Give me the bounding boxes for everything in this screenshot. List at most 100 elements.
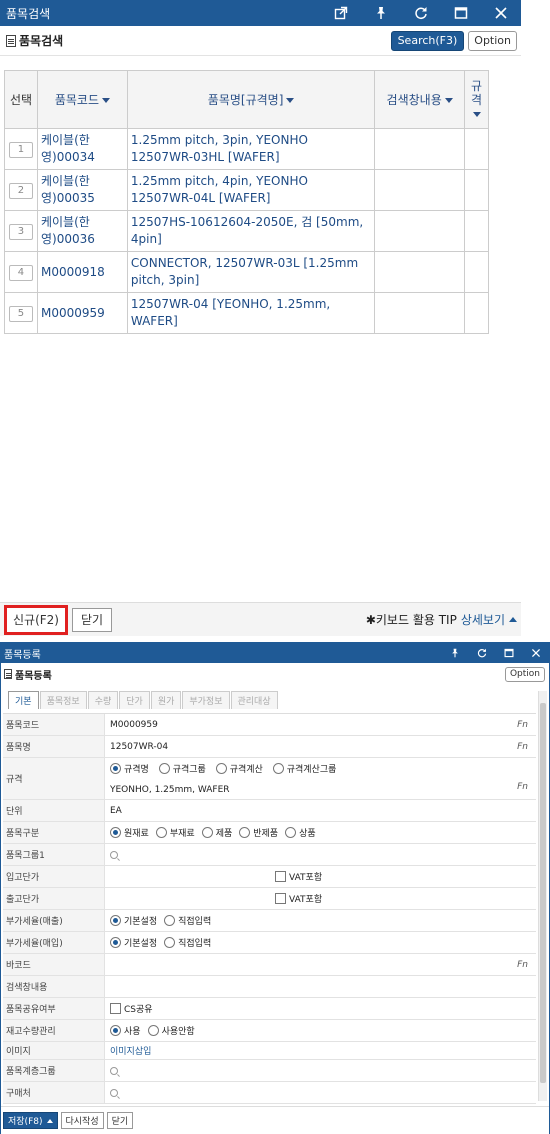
class-group-search-field[interactable]: [105, 1060, 536, 1081]
item-code-cell[interactable]: 케이블(한영)00035: [36, 169, 128, 211]
tab-additional-info[interactable]: 부가정보: [182, 691, 230, 709]
group1-search-field[interactable]: [105, 844, 536, 865]
registration-footer: 저장(F8) 다시작성 닫기: [1, 1106, 549, 1134]
maximize-icon[interactable]: [495, 643, 522, 663]
close-button[interactable]: 닫기: [106, 1112, 134, 1129]
table-row[interactable]: 4 M0000918 CONNECTOR, 12507WR-03L [1.25m…: [4, 251, 489, 293]
search-content-field[interactable]: [105, 976, 536, 997]
keyboard-tip: ✱키보드 활용 TIP 상세보기: [366, 611, 517, 628]
unit-field[interactable]: EA: [105, 800, 536, 821]
tab-quantity[interactable]: 수량: [87, 691, 119, 709]
form-row-kind: 품목구분 원재료 부재료 제품 반제품 상품: [3, 822, 536, 844]
in-price-field[interactable]: VAT포함: [105, 866, 536, 887]
refresh-icon[interactable]: [401, 0, 441, 26]
fn-button[interactable]: Fn: [517, 960, 528, 970]
item-code-cell[interactable]: M0000959: [36, 292, 128, 334]
maximize-icon[interactable]: [441, 0, 481, 26]
caret-up-icon[interactable]: [46, 1118, 53, 1123]
pin-icon[interactable]: [441, 643, 468, 663]
tab-basic[interactable]: 기본: [8, 691, 39, 709]
row-number-button[interactable]: 5: [8, 306, 33, 322]
form-row-name: 품목명 12507WR-04 Fn: [3, 736, 536, 758]
refresh-icon[interactable]: [468, 643, 495, 663]
form-row-stock: 재고수량관리 사용 사용안함: [3, 1020, 536, 1042]
column-header-name[interactable]: 품목명[규격명]: [126, 70, 376, 129]
row-number-button[interactable]: 1: [8, 142, 33, 158]
tab-cost[interactable]: 원가: [150, 691, 182, 709]
search-footer: 신규(F2) 닫기 ✱키보드 활용 TIP 상세보기: [0, 602, 521, 636]
vendor-search-field[interactable]: [105, 1082, 536, 1103]
column-header-select: 선택: [4, 70, 38, 129]
spec-option-name[interactable]: 규격명: [110, 762, 149, 775]
item-code-field[interactable]: M0000959: [110, 720, 158, 730]
form-row-vat-sale: 부가세율(매출) 기본설정 직접입력: [3, 910, 536, 932]
close-icon[interactable]: [522, 643, 549, 663]
out-price-field[interactable]: VAT포함: [105, 888, 536, 909]
caret-up-icon[interactable]: [509, 617, 517, 622]
table-row[interactable]: 3 케이블(한영)00036 12507HS-10612604-2050E, 검…: [4, 210, 489, 252]
table-row[interactable]: 2 케이블(한영)00035 1.25mm pitch, 4pin, YEONH…: [4, 169, 489, 211]
option-button[interactable]: Option: [468, 30, 517, 51]
cs-share-checkbox[interactable]: [110, 1003, 121, 1014]
close-button[interactable]: 닫기: [71, 607, 113, 632]
item-name-field[interactable]: 12507WR-04: [110, 742, 168, 752]
close-icon[interactable]: [481, 0, 521, 26]
item-name-cell[interactable]: 1.25mm pitch, 4pin, YEONHO 12507WR-04L […: [126, 169, 376, 211]
item-code-cell[interactable]: 케이블(한영)00034: [36, 128, 128, 170]
item-name-cell[interactable]: CONNECTOR, 12507WR-03L [1.25mm pitch, 3p…: [126, 251, 376, 293]
barcode-field[interactable]: Fn: [105, 954, 536, 975]
page-title: 품목검색: [19, 34, 64, 48]
search-content-cell: [374, 251, 465, 293]
row-number-button[interactable]: 2: [8, 183, 33, 199]
spec-option-calc[interactable]: 규격계산: [215, 762, 263, 775]
search-subheader: 품목검색 Search(F3) Option: [0, 26, 521, 56]
tab-management[interactable]: 관리대상: [230, 691, 278, 709]
item-name-cell[interactable]: 12507HS-10612604-2050E, 검 [50mm, 4pin]: [126, 210, 376, 252]
column-header-spec[interactable]: 규격: [464, 70, 489, 129]
fn-button[interactable]: Fn: [517, 782, 528, 792]
new-item-button[interactable]: 신규(F2): [4, 604, 68, 635]
insert-image-link[interactable]: 이미지삽입: [110, 1044, 151, 1057]
tip-detail-link[interactable]: 상세보기: [461, 611, 505, 628]
window-title: 품목검색: [6, 6, 51, 21]
option-button[interactable]: Option: [504, 666, 545, 682]
row-number-button[interactable]: 4: [8, 265, 33, 281]
spec-field[interactable]: YEONHO, 1.25mm, WAFER: [110, 785, 230, 795]
rewrite-button[interactable]: 다시작성: [60, 1112, 104, 1129]
table-row[interactable]: 5 M0000959 12507WR-04 [YEONHO, 1.25mm, W…: [4, 292, 489, 334]
result-table: 선택 품목코드 품목명[규격명] 검색창내용 규격 1 케이블(한영)00034…: [4, 70, 489, 334]
item-code-cell[interactable]: M0000918: [36, 251, 128, 293]
tab-unit-price[interactable]: 단가: [119, 691, 150, 709]
vertical-scrollbar[interactable]: [538, 691, 547, 1101]
form-row-barcode: 바코드 Fn: [3, 954, 536, 976]
spec-option-group[interactable]: 규격그룹: [158, 762, 206, 775]
table-row[interactable]: 1 케이블(한영)00034 1.25mm pitch, 3pin, YEONH…: [4, 128, 489, 170]
row-number-button[interactable]: 3: [8, 224, 33, 240]
form-row-out-price: 출고단가 VAT포함: [3, 888, 536, 910]
fn-button[interactable]: Fn: [517, 742, 528, 752]
fn-button[interactable]: Fn: [517, 720, 528, 730]
kind-radio-group: 원재료 부재료 제품 반제품 상품: [105, 822, 536, 843]
save-button[interactable]: 저장(F8): [3, 1112, 58, 1129]
spec-option-calc-group[interactable]: 규격계산그룹: [272, 762, 336, 775]
form-row-spec: 규격 규격명 규격그룹 규격계산 규격계산그룹 YEONHO, 1.25mm, …: [3, 758, 536, 800]
tab-item-info[interactable]: 품목정보: [39, 691, 87, 709]
column-header-search[interactable]: 검색창내용: [374, 70, 465, 129]
radio-checked[interactable]: [110, 763, 121, 774]
vat-checkbox[interactable]: [275, 893, 286, 904]
form-row-class-group: 품목계층그룹: [3, 1060, 536, 1082]
item-name-cell[interactable]: 12507WR-04 [YEONHO, 1.25mm, WAFER]: [126, 292, 376, 334]
search-icon[interactable]: [110, 1066, 118, 1075]
item-code-cell[interactable]: 케이블(한영)00036: [36, 210, 128, 252]
vat-checkbox[interactable]: [275, 871, 286, 882]
pin-icon[interactable]: [361, 0, 401, 26]
search-icon[interactable]: [110, 850, 118, 859]
search-icon[interactable]: [110, 1088, 118, 1097]
page-title: 품목등록: [15, 670, 52, 682]
document-icon: [4, 669, 12, 679]
search-button[interactable]: Search(F3): [390, 30, 465, 51]
popout-icon[interactable]: [321, 0, 361, 26]
column-header-code[interactable]: 품목코드: [36, 70, 128, 129]
search-content-cell: [374, 128, 465, 170]
item-name-cell[interactable]: 1.25mm pitch, 3pin, YEONHO 12507WR-03HL …: [126, 128, 376, 170]
